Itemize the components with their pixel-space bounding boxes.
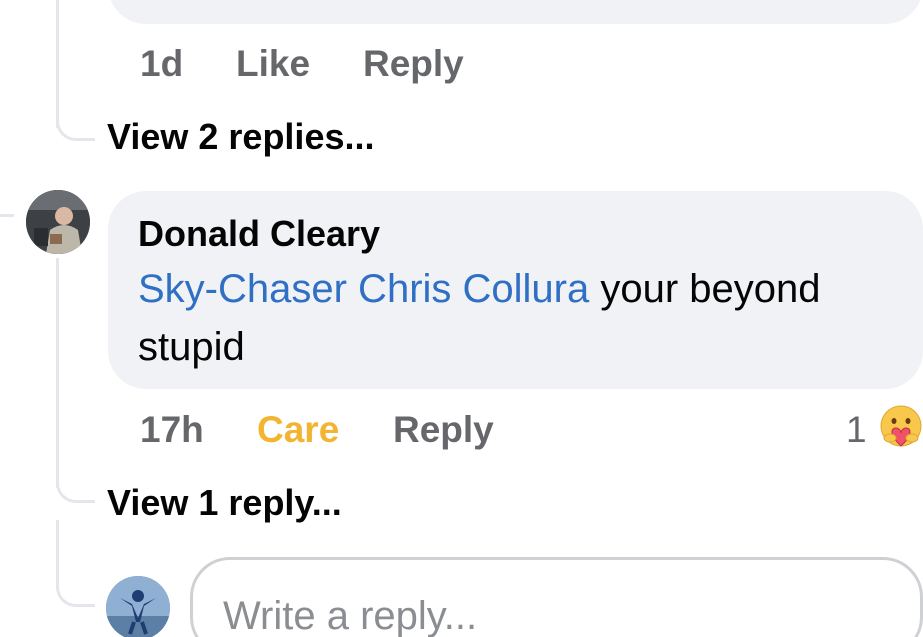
thread-line-top xyxy=(56,0,59,128)
avatar-skydiver-icon xyxy=(106,576,170,637)
current-user-avatar[interactable] xyxy=(106,576,170,637)
previous-comment-like-button[interactable]: Like xyxy=(236,45,310,82)
comment-reply-button[interactable]: Reply xyxy=(393,411,494,448)
previous-comment-reply-button[interactable]: Reply xyxy=(363,45,464,82)
care-emoji-icon[interactable] xyxy=(878,404,923,450)
comment-time: 17h xyxy=(140,409,204,450)
view-2-replies-link[interactable]: View 2 replies... xyxy=(107,119,375,155)
care-reaction-button[interactable]: Care xyxy=(257,411,339,448)
avatar-photo-icon xyxy=(26,190,90,254)
view-1-reply-link[interactable]: View 1 reply... xyxy=(107,485,342,521)
thread-line-curve-top xyxy=(56,118,95,141)
donald-cleary-avatar[interactable] xyxy=(26,190,90,254)
thread-line-curve-bottom xyxy=(56,580,95,607)
reply-input-placeholder: Write a reply... xyxy=(223,594,478,637)
reply-input[interactable]: Write a reply... xyxy=(190,557,923,637)
comment-author-name[interactable]: Donald Cleary xyxy=(138,216,380,252)
care-emoji-graphic xyxy=(880,405,922,447)
mention-link[interactable]: Sky-Chaser Chris Collura xyxy=(138,267,589,311)
previous-comment-time: 1d xyxy=(140,43,184,84)
thread-line-left-stub xyxy=(0,214,14,217)
reaction-count[interactable]: 1 xyxy=(846,411,867,448)
thread-line-curve-mid xyxy=(56,478,95,503)
previous-comment-bubble xyxy=(108,0,923,24)
comment-thread: 1d Like Reply View 2 replies... Donald C… xyxy=(0,0,923,637)
comment-body: Sky-Chaser Chris Collura your beyond stu… xyxy=(138,260,838,376)
thread-line-mid xyxy=(56,258,59,488)
